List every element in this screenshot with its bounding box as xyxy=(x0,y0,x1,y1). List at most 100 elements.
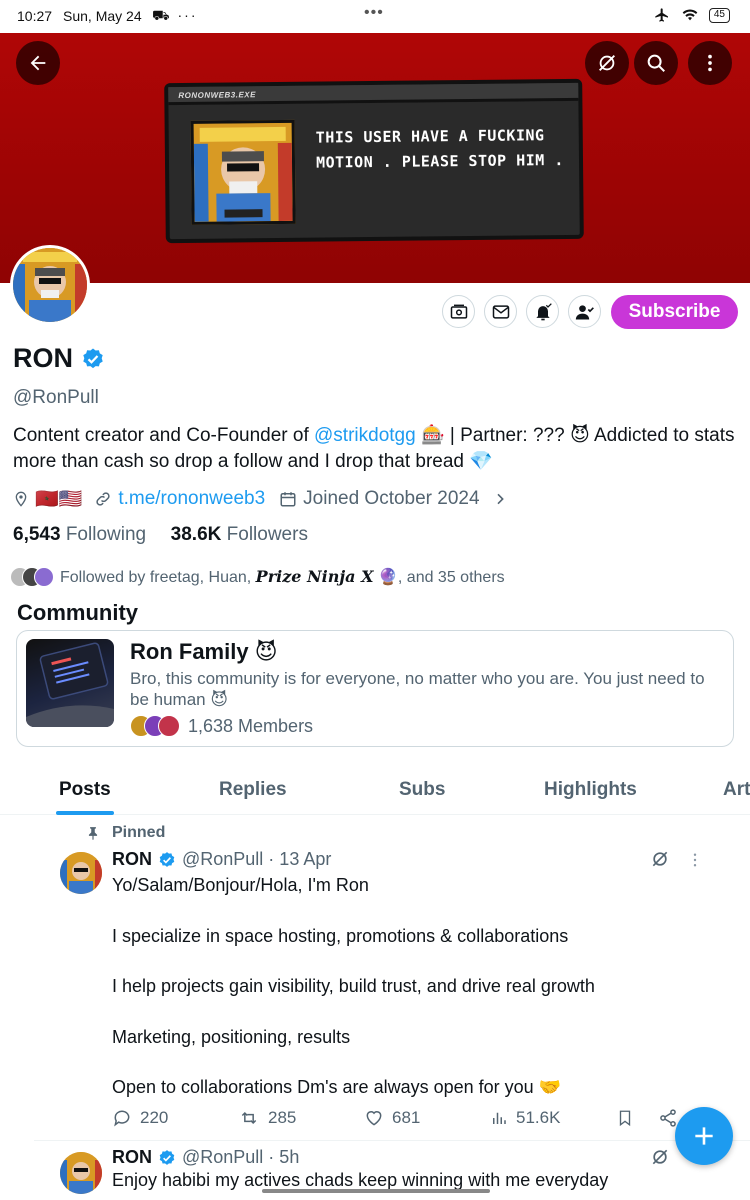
followed-by-suffix: 🔮, and 35 others xyxy=(373,569,505,586)
repost-count: 285 xyxy=(268,1108,297,1127)
followers-label: Followers xyxy=(226,524,308,545)
profile-bio: Content creator and Co-Founder of @strik… xyxy=(13,423,738,475)
joined-date: Joined October 2024 xyxy=(303,488,480,509)
post-avatar[interactable] xyxy=(60,852,102,894)
post-line: I help projects gain visibility, build t… xyxy=(112,976,595,997)
following-button[interactable] xyxy=(568,295,601,328)
post-line: I specialize in space hosting, promotion… xyxy=(112,925,569,946)
post-avatar[interactable] xyxy=(60,1152,102,1194)
member-avatar xyxy=(158,715,180,737)
follow-counts: 6,543 Following 38.6K Followers xyxy=(13,524,308,546)
reply-button[interactable]: 220 xyxy=(112,1108,168,1128)
followed-by-row[interactable]: Followed by freetag, Huan, Prize Ninja X… xyxy=(10,567,505,587)
post-line: Yo/Salam/Bonjour/Hola, I'm Ron xyxy=(112,875,369,895)
view-count: 51.6K xyxy=(516,1108,561,1127)
reply-count: 220 xyxy=(140,1108,169,1127)
more-vertical-icon xyxy=(708,54,712,72)
tab-highlights[interactable]: Highlights xyxy=(544,779,637,801)
user-check-icon xyxy=(575,304,594,319)
post-line xyxy=(112,949,595,974)
envelope-icon xyxy=(492,304,509,319)
status-center-dots: ••• xyxy=(364,4,384,21)
post-line xyxy=(112,999,595,1024)
wifi-icon xyxy=(682,9,698,21)
back-button[interactable] xyxy=(16,41,60,85)
grok-icon[interactable] xyxy=(650,849,670,869)
battery-indicator: 45 xyxy=(708,7,730,23)
window-title: RONONWEB3.EXE xyxy=(168,82,579,106)
followers-link[interactable]: 38.6K Followers xyxy=(171,524,308,545)
following-label: Following xyxy=(65,524,147,545)
status-time: 10:27 xyxy=(17,8,53,24)
repost-button[interactable]: 285 xyxy=(238,1108,296,1128)
verified-badge-icon xyxy=(159,851,175,867)
banner-message-line1: THIS USER HAVE A FUCKING xyxy=(315,126,545,147)
like-button[interactable]: 681 xyxy=(364,1108,420,1128)
analytics-icon xyxy=(493,1112,506,1124)
following-link[interactable]: 6,543 Following xyxy=(13,524,146,545)
followers-count: 38.6K xyxy=(170,524,222,545)
post-author-name[interactable]: RON xyxy=(112,849,152,870)
post-line: Open to collaborations Dm's are always o… xyxy=(112,1077,562,1098)
community-description: Bro, this community is for everyone, no … xyxy=(130,669,705,709)
followed-by-prefix: Followed by freetag, Huan, xyxy=(60,569,256,586)
chevron-right-icon[interactable] xyxy=(492,490,508,508)
profile-tabs: Posts Replies Subs Highlights Art xyxy=(0,772,750,815)
bookmark-button[interactable] xyxy=(616,1108,634,1128)
verified-badge-icon xyxy=(159,1149,175,1165)
website-link[interactable]: t.me/rononweeb3 xyxy=(118,488,265,510)
status-bar: 10:27 Sun, May 24 ⛟ ··· ••• 45 xyxy=(0,0,750,33)
compose-post-button[interactable] xyxy=(675,1107,733,1165)
subscribe-button[interactable]: Subscribe xyxy=(611,295,738,329)
location-icon xyxy=(15,491,27,507)
post-author-name[interactable]: RON xyxy=(112,1147,152,1168)
followed-by-name: Prize Ninja X xyxy=(255,567,374,586)
tab-replies[interactable]: Replies xyxy=(219,779,287,801)
arrow-left-icon xyxy=(30,55,46,71)
reply-icon xyxy=(114,1110,130,1127)
followed-by-text: Followed by freetag, Huan, Prize Ninja X… xyxy=(60,567,505,587)
tab-posts[interactable]: Posts xyxy=(59,779,111,801)
tab-articles[interactable]: Art xyxy=(723,779,750,801)
community-image xyxy=(26,639,114,727)
location-text: 🇲🇦🇺🇸 xyxy=(35,489,83,510)
post-handle-time: @RonPull · 13 Apr xyxy=(182,849,332,869)
share-icon xyxy=(660,1109,676,1127)
profile-banner: RONONWEB3.EXE THIS USER HAVE A FUCKING M… xyxy=(0,33,750,283)
bio-mention-link[interactable]: @strikdotgg xyxy=(314,425,416,446)
pin-icon xyxy=(88,827,98,840)
tip-button[interactable] xyxy=(442,295,475,328)
profile-handle: @RonPull xyxy=(13,387,99,408)
profile-name: RON xyxy=(13,343,73,373)
search-icon xyxy=(647,54,665,72)
more-options-icon[interactable] xyxy=(686,851,704,869)
airplane-icon xyxy=(655,8,668,22)
grok-icon[interactable] xyxy=(650,1147,670,1167)
profile-avatar[interactable] xyxy=(10,245,90,325)
community-name: Ron Family 😈 xyxy=(130,639,278,664)
community-card[interactable]: Ron Family 😈 Bro, this community is for … xyxy=(16,630,734,747)
post-handle-time: @RonPull · 5h xyxy=(182,1147,300,1167)
following-count: 6,543 xyxy=(13,524,61,545)
follower-avatar xyxy=(34,567,54,587)
post-header: RON @RonPull · 13 Apr xyxy=(112,849,331,870)
message-button[interactable] xyxy=(484,295,517,328)
views-button[interactable]: 51.6K xyxy=(490,1108,560,1128)
pinned-indicator: Pinned xyxy=(86,824,165,842)
profile-name-row: RON xyxy=(13,343,105,374)
search-button[interactable] xyxy=(634,41,678,85)
post-line xyxy=(112,1050,595,1075)
verified-badge-icon[interactable] xyxy=(81,347,105,371)
plus-icon xyxy=(695,1127,713,1145)
home-indicator[interactable] xyxy=(262,1189,490,1193)
repost-icon xyxy=(241,1111,257,1125)
community-section-title: Community xyxy=(17,600,138,625)
more-options-button[interactable] xyxy=(688,41,732,85)
link-icon xyxy=(96,492,110,506)
banner-retro-window: RONONWEB3.EXE THIS USER HAVE A FUCKING M… xyxy=(164,78,584,244)
notifications-button[interactable] xyxy=(526,295,559,328)
share-button[interactable] xyxy=(658,1108,678,1128)
heart-icon xyxy=(366,1111,382,1126)
grok-button[interactable] xyxy=(585,41,629,85)
tab-subs[interactable]: Subs xyxy=(399,779,445,801)
